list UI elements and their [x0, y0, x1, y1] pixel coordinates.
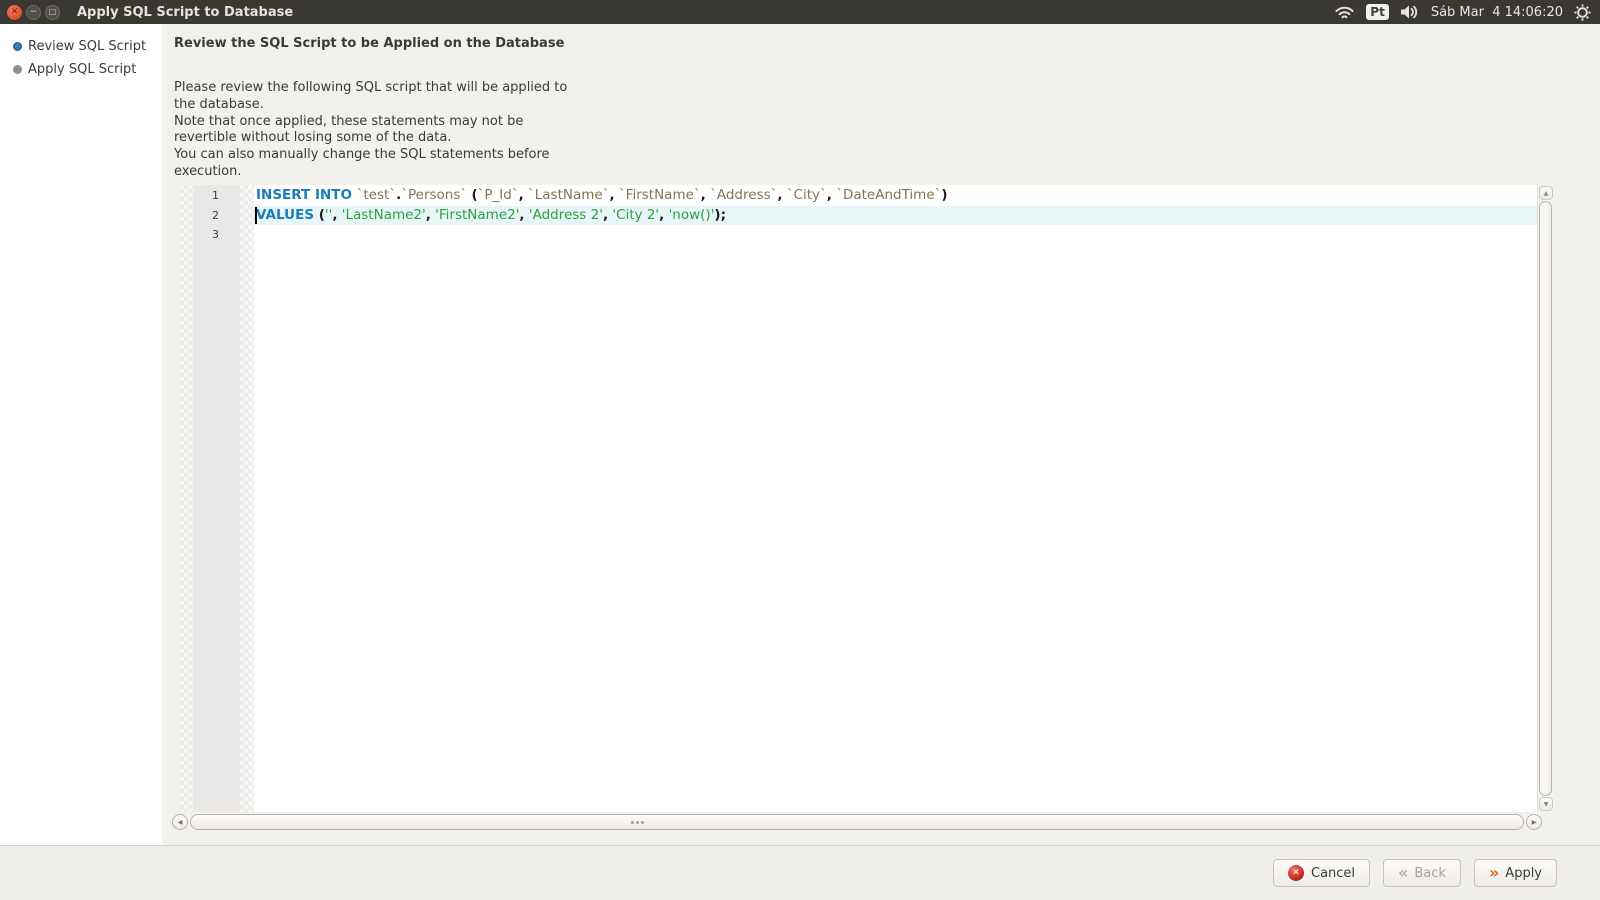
apply-button[interactable]: Apply: [1474, 859, 1557, 887]
line-number: 2: [193, 206, 240, 226]
scroll-down-arrow-icon[interactable]: [1539, 797, 1553, 811]
line-number-gutter: 123: [193, 185, 240, 812]
line-number: 1: [193, 186, 240, 206]
code-token: `P_Id`: [478, 187, 519, 203]
code-token: 'Address 2': [529, 207, 603, 223]
close-button[interactable]: ✕: [7, 5, 22, 20]
system-tray: Pt Sáb Mar 4 14:06:20: [1334, 4, 1600, 21]
cancel-button[interactable]: Cancel: [1273, 859, 1370, 887]
code-token: INSERT INTO: [256, 187, 357, 203]
scroll-up-arrow-icon[interactable]: [1539, 186, 1553, 200]
code-line[interactable]: VALUES ('', 'LastName2', 'FirstName2', '…: [254, 206, 1537, 226]
window-controls: ✕ − □: [7, 5, 60, 20]
wifi-icon[interactable]: [1334, 4, 1355, 20]
code-token: );: [714, 207, 726, 223]
minimize-button[interactable]: −: [26, 5, 41, 20]
page-title: Review the SQL Script to be Applied on t…: [174, 36, 564, 51]
code-token: 'City 2': [612, 207, 659, 223]
code-token: `DateAndTime`: [836, 187, 941, 203]
vertical-scrollbar[interactable]: [1537, 185, 1554, 812]
line-number: 3: [193, 225, 240, 245]
code-folding-margin: [240, 185, 254, 812]
session-gear-icon[interactable]: [1574, 4, 1591, 21]
cancel-x-icon: [1288, 865, 1304, 881]
back-button[interactable]: Back: [1383, 859, 1461, 887]
wizard-steps: Review SQL Script Apply SQL Script: [0, 24, 162, 845]
code-token: 'now()': [669, 207, 715, 223]
vertical-scrollbar-thumb[interactable]: [1539, 201, 1552, 796]
step-dot-icon: [13, 42, 22, 51]
apply-chevrons-icon: [1489, 865, 1498, 881]
wizard-buttons: Cancel Back Apply: [1273, 859, 1557, 887]
code-token: `LastName`: [528, 187, 609, 203]
code-lines[interactable]: INSERT INTO `test`.`Persons` (`P_Id`, `L…: [254, 185, 1537, 812]
code-token: 'LastName2': [342, 207, 426, 223]
back-chevrons-icon: [1398, 865, 1407, 881]
code-token: VALUES: [256, 207, 319, 223]
editor-left-margin: [180, 185, 193, 812]
keyboard-layout-indicator[interactable]: Pt: [1366, 4, 1389, 20]
code-token: `test`: [357, 187, 396, 203]
horizontal-scrollbar-thumb[interactable]: [190, 814, 1524, 830]
step-dot-icon: [13, 65, 22, 74]
footer-bar: Cancel Back Apply: [0, 845, 1600, 900]
code-token: `FirstName`: [619, 187, 701, 203]
code-token: `City`: [787, 187, 827, 203]
code-line[interactable]: INSERT INTO `test`.`Persons` (`P_Id`, `L…: [254, 186, 1537, 206]
volume-icon[interactable]: [1400, 4, 1420, 20]
review-description: Please review the following SQL script t…: [174, 80, 567, 181]
text-caret: [255, 207, 257, 225]
code-token: 'FirstName2': [435, 207, 519, 223]
titlebar: ✕ − □ Apply SQL Script to Database Pt: [0, 0, 1600, 24]
step-label: Review SQL Script: [28, 39, 146, 54]
sql-editor[interactable]: 123 INSERT INTO `test`.`Persons` (`P_Id`…: [180, 185, 1554, 812]
code-token: `Persons`: [401, 187, 467, 203]
code-token: ): [941, 187, 947, 203]
cancel-button-label: Cancel: [1311, 866, 1355, 881]
wizard-step-review-sql-script: Review SQL Script: [0, 35, 162, 58]
clock[interactable]: Sáb Mar 4 14:06:20: [1431, 5, 1563, 20]
back-button-label: Back: [1414, 866, 1446, 881]
scroll-right-arrow-icon[interactable]: [1526, 814, 1542, 830]
wizard-step-apply-sql-script: Apply SQL Script: [0, 58, 162, 81]
step-label: Apply SQL Script: [28, 62, 136, 77]
maximize-button[interactable]: □: [45, 5, 60, 20]
code-line[interactable]: [254, 225, 1537, 245]
scrollbar-grip-icon: [631, 821, 634, 824]
window-title: Apply SQL Script to Database: [77, 5, 293, 20]
apply-button-label: Apply: [1505, 866, 1542, 881]
code-token: `Address`: [710, 187, 777, 203]
apply-sql-script-window: ✕ − □ Apply SQL Script to Database Pt: [0, 0, 1600, 900]
scroll-left-arrow-icon[interactable]: [172, 814, 188, 830]
horizontal-scrollbar[interactable]: [172, 814, 1542, 830]
